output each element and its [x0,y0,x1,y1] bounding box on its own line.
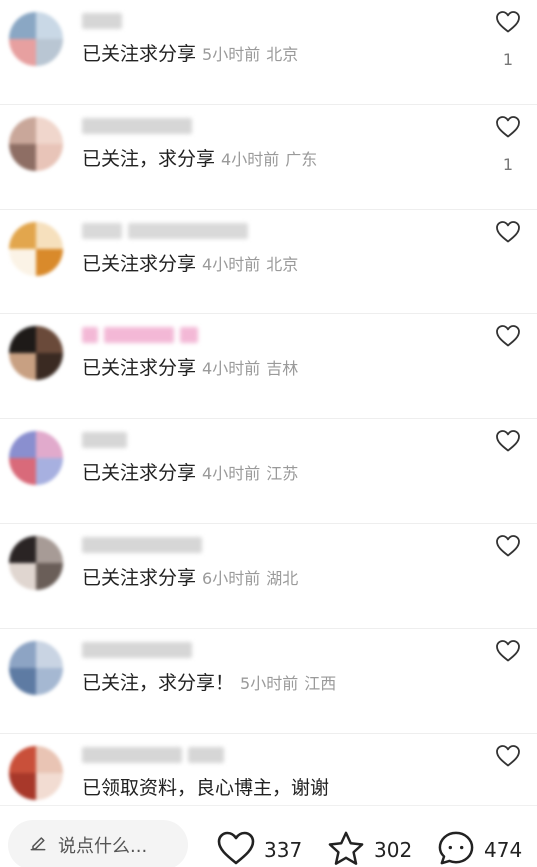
comment-item[interactable]: 已关注求分享 6小时前 湖北 [0,524,537,629]
comment-text: 已关注求分享 [82,462,197,485]
comment-location: 江苏 [266,464,299,484]
heart-icon [495,10,521,38]
comment-list: 已关注求分享 5小时前 北京 1 已关注，求分享 4小时前 广东 1 已关注求分享 4小时前 北京已… [0,0,537,838]
comment-item[interactable]: 已关注求分享 4小时前 江苏 [0,419,537,524]
comment-like-button[interactable]: 1 [495,10,521,69]
favorite-button[interactable]: 302 [326,830,412,867]
comment-like-button[interactable] [495,220,521,278]
avatar[interactable] [9,431,63,486]
comment-item[interactable]: 已关注求分享 4小时前 北京 [0,210,537,315]
comment-text: 已关注，求分享 [82,147,216,170]
like-count: 337 [264,838,303,862]
comment-item[interactable]: 已关注求分享 5小时前 北京 1 [0,0,537,105]
comment-like-button[interactable] [495,429,521,487]
comment-time: 4小时前 [202,254,261,274]
comment-time: 5小时前 [202,45,261,64]
heart-icon [216,830,256,867]
comment-text-line: 已关注，求分享！ 5小时前 江西 [82,669,336,698]
comment-time: 6小时前 [202,568,261,588]
comment-like-button[interactable]: 1 [495,115,521,174]
comment-text: 已领取资料，良心博主，谢谢 [82,776,330,799]
heart-icon [495,534,521,562]
comment-location: 吉林 [266,359,299,379]
username-blurred[interactable] [82,115,192,137]
comment-text-line: 已关注，求分享 4小时前 广东 [82,145,317,174]
comment-like-button[interactable] [495,534,521,592]
comment-text-line: 已关注求分享 4小时前 江苏 [82,459,298,488]
heart-icon [495,429,521,457]
heart-icon [495,744,521,772]
avatar[interactable] [9,640,63,695]
comment-location: 江西 [304,673,337,693]
comment-item[interactable]: 已关注求分享 4小时前 吉林 [0,314,537,420]
avatar[interactable] [9,12,63,66]
avatar[interactable] [9,535,63,590]
comment-location: 北京 [266,45,299,64]
username-blurred[interactable] [82,534,202,556]
comment-button[interactable]: 474 [436,830,522,867]
favorite-count: 302 [374,838,413,862]
comment-location: 湖北 [266,568,299,588]
avatar[interactable] [9,745,63,800]
comment-bubble-icon [436,830,476,867]
comment-text: 已关注，求分享！ [82,671,235,694]
comment-text-line: 已关注求分享 4小时前 北京 [82,250,298,279]
comment-like-button[interactable] [495,639,521,697]
comment-text-line: 已关注求分享 6小时前 湖北 [82,564,298,593]
comment-like-count: 1 [502,154,514,174]
comment-location: 北京 [266,254,299,274]
bottom-action-bar: 说点什么... 337 302 474 [0,805,537,867]
comment-time: 4小时前 [202,359,261,379]
username-blurred[interactable] [82,744,224,766]
heart-icon [495,639,521,667]
comment-text-line: 已领取资料，良心博主，谢谢 [82,774,329,802]
comment-input[interactable]: 说点什么... [8,820,188,867]
comment-like-button[interactable] [495,324,521,382]
comment-time: 5小时前 [240,673,299,693]
username-blurred[interactable] [82,324,198,346]
avatar[interactable] [9,221,63,276]
pencil-icon [28,833,48,857]
comment-item[interactable]: 已关注，求分享！ 5小时前 江西 [0,629,537,734]
comment-item[interactable]: 已关注，求分享 4小时前 广东 1 [0,105,537,210]
comment-input-placeholder: 说点什么... [58,836,148,857]
comment-text-line: 已关注求分享 4小时前 吉林 [82,354,298,383]
comment-like-button[interactable] [495,744,521,802]
comment-text: 已关注求分享 [82,252,197,275]
comment-time: 4小时前 [202,464,261,484]
comment-like-count: 1 [502,50,514,69]
comment-text: 已关注求分享 [82,43,197,65]
comment-location: 广东 [285,149,318,169]
avatar[interactable] [9,116,63,171]
heart-icon [495,220,521,248]
username-blurred[interactable] [82,220,248,242]
heart-icon [495,324,521,352]
avatar[interactable] [9,326,63,381]
comment-text-line: 已关注求分享 5小时前 北京 [82,40,298,69]
heart-icon [495,115,521,143]
comment-count: 474 [484,838,523,862]
comment-time: 4小时前 [221,149,280,169]
comment-text: 已关注求分享 [82,566,197,589]
like-button[interactable]: 337 [216,830,302,867]
username-blurred[interactable] [82,429,127,451]
star-icon [326,830,366,867]
username-blurred[interactable] [82,10,122,32]
comment-text: 已关注求分享 [82,357,197,380]
username-blurred[interactable] [82,639,192,661]
